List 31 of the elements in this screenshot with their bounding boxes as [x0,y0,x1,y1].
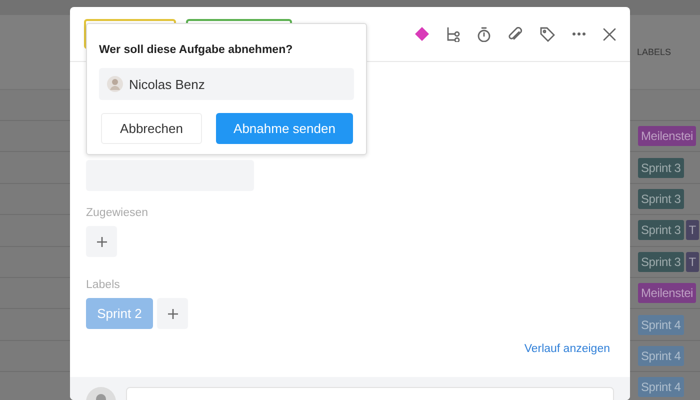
diamond-icon [415,27,429,41]
field-label: Zugewiesen [86,207,148,219]
send-button[interactable]: Abnahme senden [216,113,353,144]
popover-question: Wer soll diese Aufgabe abnehmen? [99,44,293,56]
label-tag: Sprint 4 [638,377,684,398]
label-tag: Sprint 3 [638,252,684,272]
stopwatch-icon [477,26,491,42]
avatar-icon [107,76,123,92]
subtask-icon [446,26,460,42]
label-tag: Meilenstei [638,283,696,304]
column-header: LABELS [637,47,672,57]
person-option[interactable]: Nicolas Benz [99,68,354,100]
add-button[interactable] [86,226,117,257]
cancel-button[interactable]: Abbrechen [101,113,202,144]
label-tag: T [686,252,699,272]
paperclip-icon [508,26,523,42]
plus-icon [168,308,178,318]
label-tag: Sprint 3 [638,158,684,178]
add-button[interactable] [157,298,188,329]
label-tag: Sprint 3 [638,220,684,240]
label-tag: Sprint 3 [638,188,684,209]
close-icon[interactable] [603,28,616,40]
label-tag: Meilenstei [638,126,696,146]
history-link[interactable]: Verlauf anzeigen [524,343,610,355]
label-tag: T [686,220,699,240]
plus-icon [96,236,106,246]
label-tag: Sprint 4 [638,314,684,335]
more-icon [572,32,586,36]
field-label: Labels [86,279,120,291]
tag-icon [540,26,555,42]
label-tag: Sprint 4 [638,346,684,366]
